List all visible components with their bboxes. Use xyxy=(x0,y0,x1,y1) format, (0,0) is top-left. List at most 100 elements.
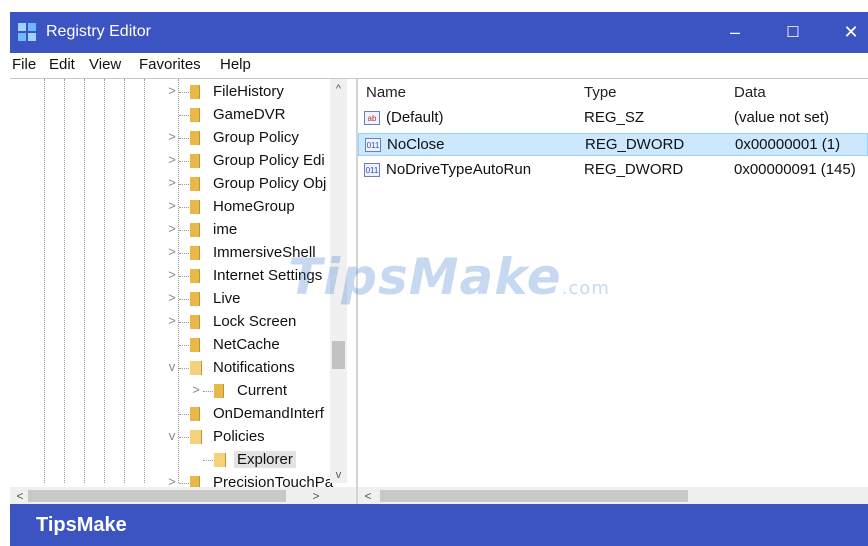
expand-icon[interactable]: > xyxy=(166,290,178,306)
tree-item-group-policy[interactable]: > Group Policy xyxy=(10,127,330,150)
expand-icon xyxy=(190,451,202,467)
close-button[interactable]: ✕ xyxy=(828,12,868,53)
expand-icon[interactable]: > xyxy=(166,313,178,329)
folder-icon xyxy=(190,407,200,421)
expand-icon[interactable]: > xyxy=(166,175,178,191)
maximize-button[interactable]: ☐ xyxy=(770,12,816,53)
collapse-icon[interactable]: v xyxy=(166,428,178,444)
value-data: 0x00000001 (1) xyxy=(735,136,841,153)
value-name: NoDriveTypeAutoRun xyxy=(386,161,532,178)
folder-icon xyxy=(190,338,200,352)
window-title: Registry Editor xyxy=(46,23,151,40)
expand-icon[interactable]: > xyxy=(166,244,178,260)
value-data: 0x00000091 (145) xyxy=(734,161,856,178)
dword-value-icon: 011 xyxy=(365,138,381,152)
folder-icon xyxy=(190,246,200,260)
menu-help[interactable]: Help xyxy=(220,56,251,73)
tree-item-ondemandinterface[interactable]: OnDemandInterf xyxy=(10,403,330,426)
tree-horizontal-scrollbar[interactable]: < > xyxy=(10,487,356,505)
expand-icon[interactable]: > xyxy=(166,221,178,237)
folder-open-icon xyxy=(190,430,202,444)
value-name: NoClose xyxy=(387,136,445,153)
folder-open-icon xyxy=(214,453,226,467)
scroll-thumb[interactable] xyxy=(28,490,286,502)
folder-icon xyxy=(190,200,200,214)
expand-icon xyxy=(166,405,178,421)
tree-item-policies[interactable]: v Policies xyxy=(10,426,330,449)
tree-item-lock-screen[interactable]: > Lock Screen xyxy=(10,311,330,334)
tree-item-homegroup[interactable]: > HomeGroup xyxy=(10,196,330,219)
value-row-noclose[interactable]: 011 NoClose REG_DWORD 0x00000001 (1) xyxy=(358,133,868,156)
tree-item-label: Group Policy Obj xyxy=(213,175,327,192)
string-value-icon: ab xyxy=(364,111,380,125)
registry-editor-icon xyxy=(18,23,36,41)
folder-icon xyxy=(190,108,200,122)
tree-item-netcache[interactable]: NetCache xyxy=(10,334,330,357)
value-type: REG_SZ xyxy=(584,109,645,126)
tree-item-gamedvr[interactable]: GameDVR xyxy=(10,104,330,127)
folder-icon xyxy=(190,315,200,329)
expand-icon[interactable]: > xyxy=(166,129,178,145)
tree-item-ime[interactable]: > ime xyxy=(10,219,330,242)
folder-icon xyxy=(190,131,200,145)
expand-icon[interactable]: > xyxy=(166,198,178,214)
title-bar[interactable]: Registry Editor – ☐ ✕ xyxy=(10,12,868,53)
minimize-button[interactable]: – xyxy=(712,12,758,53)
tree-item-label: FileHistory xyxy=(213,83,284,100)
footer-banner: TipsMake xyxy=(10,504,868,546)
column-header-type[interactable]: Type xyxy=(584,84,617,101)
scroll-up-arrow-icon[interactable]: ^ xyxy=(330,81,347,97)
folder-icon xyxy=(190,85,200,99)
collapse-icon[interactable]: v xyxy=(166,359,178,375)
tree-item-live[interactable]: > Live xyxy=(10,288,330,311)
folder-icon xyxy=(190,154,200,168)
scroll-left-arrow-icon[interactable]: < xyxy=(12,487,28,505)
footer-brand: TipsMake xyxy=(36,514,127,536)
tree-item-label: Policies xyxy=(213,428,265,445)
tree-item-label: Group Policy xyxy=(213,129,299,146)
column-header-name[interactable]: Name xyxy=(366,84,406,101)
value-type: REG_DWORD xyxy=(584,161,684,178)
tree-item-group-policy-objects[interactable]: > Group Policy Obj xyxy=(10,173,330,196)
column-header-data[interactable]: Data xyxy=(734,84,766,101)
dword-value-icon: 011 xyxy=(364,163,380,177)
tree-item-label: Explorer xyxy=(234,451,296,468)
tree-item-label: Lock Screen xyxy=(213,313,297,330)
scroll-right-arrow-icon[interactable]: > xyxy=(308,487,324,505)
tree-item-current[interactable]: > Current xyxy=(10,380,330,403)
menu-bar: File Edit View Favorites Help xyxy=(10,53,868,78)
scroll-down-arrow-icon[interactable]: v xyxy=(330,467,347,483)
folder-icon xyxy=(214,384,224,398)
values-horizontal-scrollbar[interactable]: < xyxy=(358,487,868,505)
tree-item-label: NetCache xyxy=(213,336,280,353)
scroll-thumb[interactable] xyxy=(380,490,688,502)
menu-view[interactable]: View xyxy=(89,56,121,73)
tree-item-label: Group Policy Edi xyxy=(213,152,325,169)
menu-favorites[interactable]: Favorites xyxy=(139,56,201,73)
registry-editor-window: Registry Editor – ☐ ✕ File Edit View Fav… xyxy=(0,0,868,546)
expand-icon[interactable]: > xyxy=(190,382,202,398)
folder-icon xyxy=(190,292,200,306)
tree-item-filehistory[interactable]: > FileHistory xyxy=(10,81,330,104)
expand-icon xyxy=(166,106,178,122)
tree-item-label: GameDVR xyxy=(213,106,286,123)
tree-item-notifications[interactable]: v Notifications xyxy=(10,357,330,380)
value-type: REG_DWORD xyxy=(585,136,685,153)
folder-open-icon xyxy=(190,361,202,375)
expand-icon[interactable]: > xyxy=(166,267,178,283)
expand-icon[interactable]: > xyxy=(166,83,178,99)
tree-item-explorer[interactable]: Explorer xyxy=(10,449,330,472)
tree-item-label: Notifications xyxy=(213,359,295,376)
scroll-thumb[interactable] xyxy=(332,341,345,369)
tree-item-group-policy-editor[interactable]: > Group Policy Edi xyxy=(10,150,330,173)
value-row-nodrivetypeautorun[interactable]: 011 NoDriveTypeAutoRun REG_DWORD 0x00000… xyxy=(358,159,868,182)
value-name: (Default) xyxy=(386,109,444,126)
scroll-left-arrow-icon[interactable]: < xyxy=(360,487,376,505)
tree-item-immersiveshell[interactable]: > ImmersiveShell xyxy=(10,242,330,265)
tree-item-internet-settings[interactable]: > Internet Settings xyxy=(10,265,330,288)
menu-edit[interactable]: Edit xyxy=(49,56,75,73)
menu-file[interactable]: File xyxy=(12,56,36,73)
watermark: TipsMake.com xyxy=(288,248,610,306)
expand-icon[interactable]: > xyxy=(166,152,178,168)
value-row-default[interactable]: ab (Default) REG_SZ (value not set) xyxy=(358,107,868,130)
